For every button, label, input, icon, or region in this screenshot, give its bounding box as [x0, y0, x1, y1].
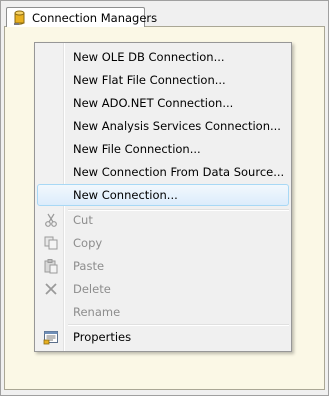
- menu-item-label: Properties: [73, 330, 132, 344]
- menu-item-new-file-connection[interactable]: New File Connection...: [37, 138, 289, 160]
- menu-item-paste[interactable]: Paste: [37, 255, 289, 277]
- database-icon: [13, 10, 27, 25]
- menu-item-label: New Connection...: [73, 188, 178, 202]
- menu-item-copy[interactable]: Copy: [37, 232, 289, 254]
- tab-label: Connection Managers: [32, 11, 158, 25]
- menu-item-label: New ADO.NET Connection...: [73, 96, 234, 110]
- menu-item-label: Rename: [73, 305, 121, 319]
- menu-item-new-connection-from-data-source[interactable]: New Connection From Data Source...: [37, 161, 289, 183]
- menu-item-label: New OLE DB Connection...: [73, 50, 225, 64]
- menu-item-label: Paste: [73, 259, 105, 273]
- menu-item-label: New Flat File Connection...: [73, 73, 226, 87]
- copy-icon: [43, 235, 59, 251]
- menu-item-new-analysis-services-connection[interactable]: New Analysis Services Connection...: [37, 115, 289, 137]
- menu-item-new-connection[interactable]: New Connection...: [37, 184, 289, 206]
- menu-item-label: New Connection From Data Source...: [73, 165, 285, 179]
- menu-item-cut[interactable]: Cut: [37, 209, 289, 231]
- menu-item-label: New File Connection...: [73, 142, 201, 156]
- menu-item-delete[interactable]: Delete: [37, 278, 289, 300]
- menu-item-rename[interactable]: Rename: [37, 301, 289, 323]
- scissors-icon: [43, 212, 59, 228]
- properties-icon: [43, 329, 59, 345]
- menu-item-label: Delete: [73, 282, 111, 296]
- menu-item-label: Cut: [73, 213, 93, 227]
- paste-icon: [43, 258, 59, 274]
- delete-icon: [43, 281, 59, 297]
- menu-item-label: New Analysis Services Connection...: [73, 119, 281, 133]
- menu-item-properties[interactable]: Properties: [37, 326, 289, 348]
- menu-item-new-flat-file-connection[interactable]: New Flat File Connection...: [37, 69, 289, 91]
- menu-item-new-oledb-connection[interactable]: New OLE DB Connection...: [37, 46, 289, 68]
- menu-item-label: Copy: [73, 236, 103, 250]
- tab-connection-managers[interactable]: Connection Managers: [6, 7, 157, 27]
- context-menu: New OLE DB Connection... New Flat File C…: [34, 42, 292, 352]
- menu-item-new-adonet-connection[interactable]: New ADO.NET Connection...: [37, 92, 289, 114]
